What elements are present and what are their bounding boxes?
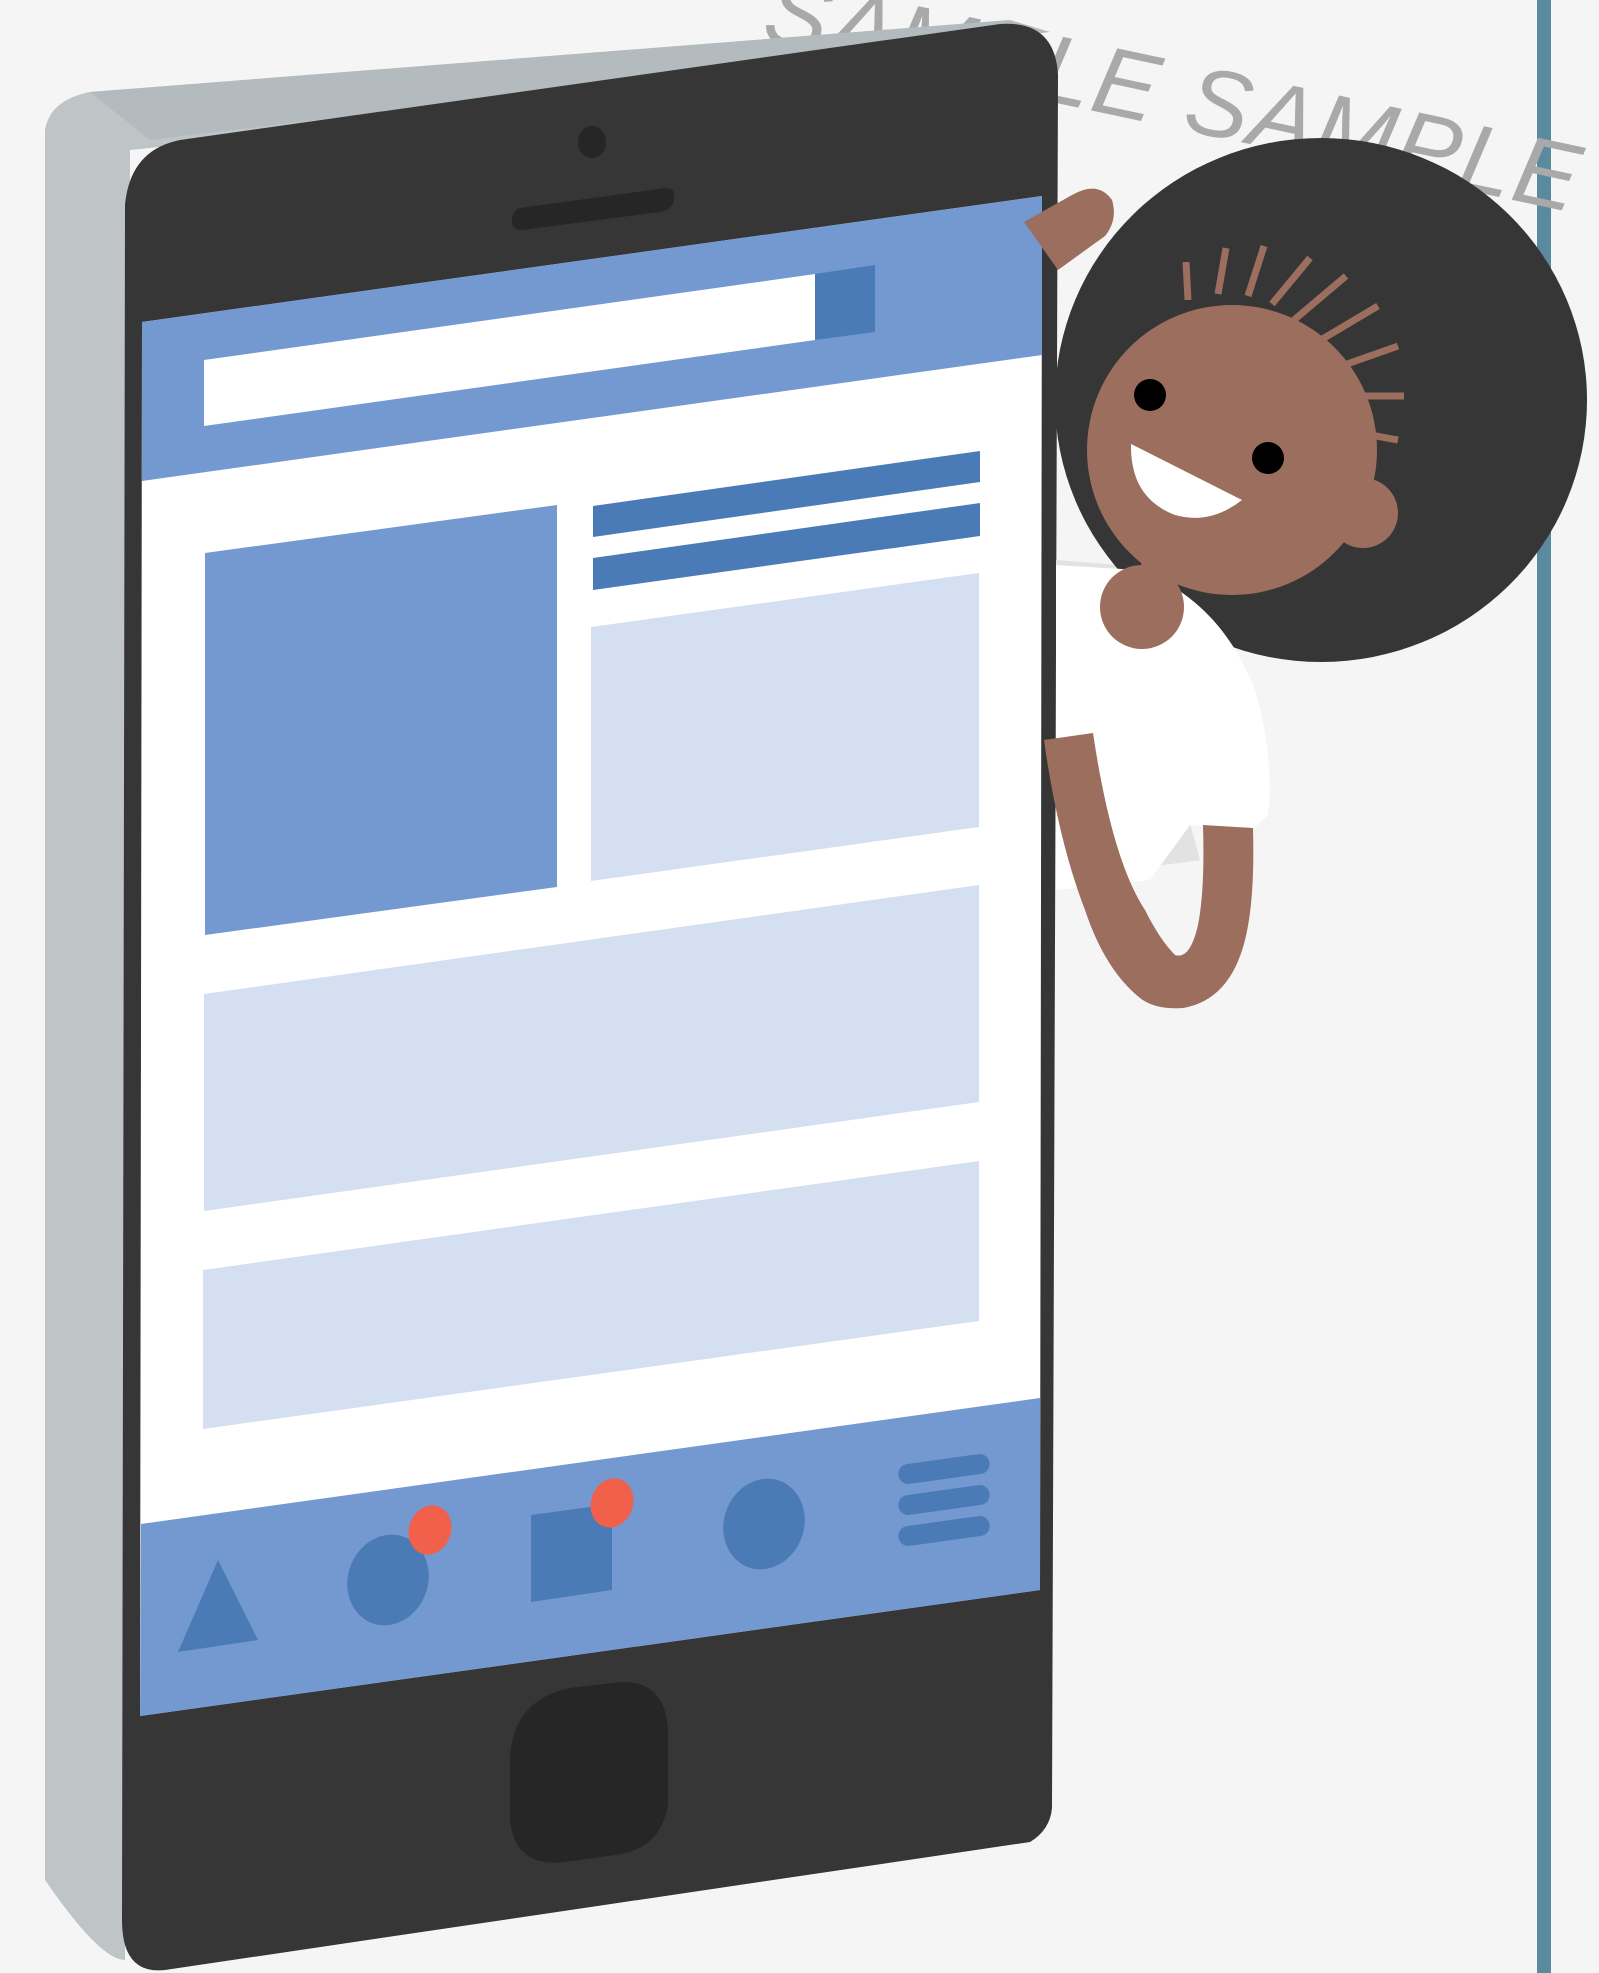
illustration: SAMPLE SAMPLE SAMPLE (0, 0, 1599, 1973)
search-button[interactable] (815, 265, 875, 340)
menu-icon[interactable] (897, 1453, 991, 1548)
face (1087, 305, 1377, 595)
feature-image (205, 505, 557, 935)
phone-screen (140, 196, 1042, 1716)
right-eye (1252, 442, 1284, 474)
home-button[interactable] (510, 1681, 668, 1863)
hair-spike (1182, 261, 1192, 301)
shoulder (1100, 565, 1184, 649)
ear (1328, 478, 1398, 548)
left-eye (1134, 379, 1166, 411)
content-block-1 (591, 573, 979, 881)
phone (45, 20, 1058, 1971)
front-camera (578, 126, 606, 158)
